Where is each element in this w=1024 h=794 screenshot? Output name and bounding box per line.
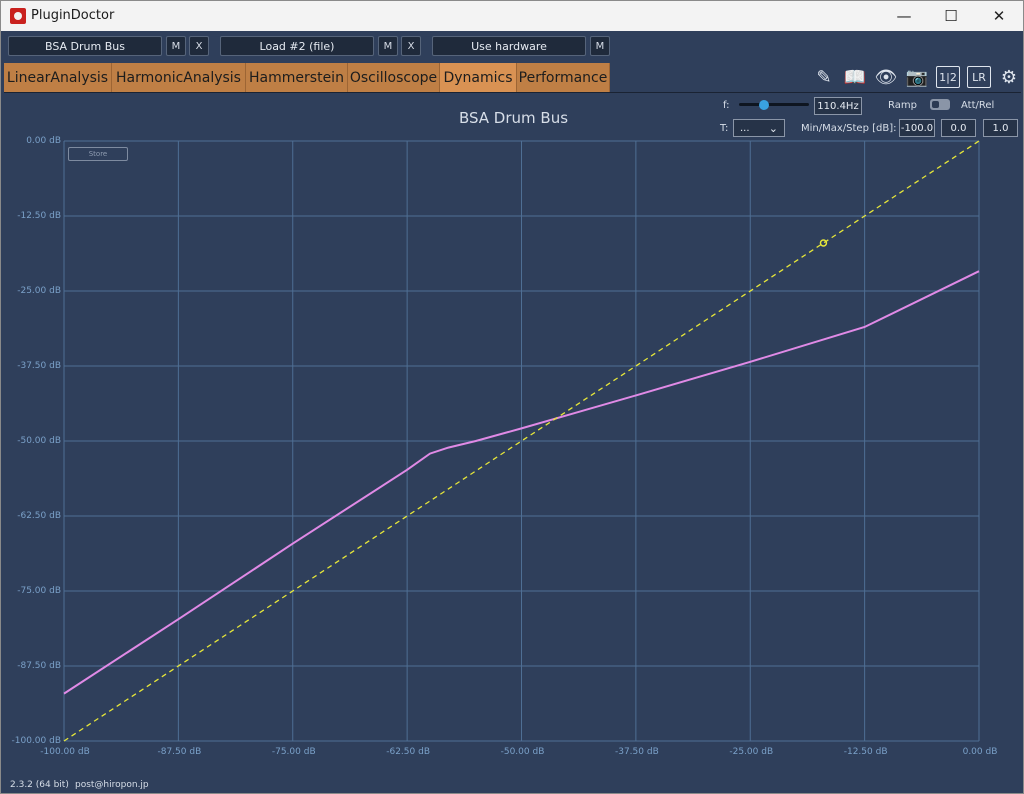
minimize-button[interactable]: — <box>881 1 927 31</box>
tab-performance[interactable]: Performance <box>517 63 610 93</box>
divider <box>4 92 1021 93</box>
gear-icon[interactable]: ⚙ <box>997 66 1021 88</box>
y-tick-label: -37.50 dB <box>17 361 61 371</box>
book-icon[interactable]: 📖 <box>843 66 867 88</box>
y-tick-label: -75.00 dB <box>17 586 61 596</box>
min-max-step-label: Min/Max/Step [dB]: <box>801 123 897 134</box>
y-tick-label: -62.50 dB <box>17 511 61 521</box>
t-dropdown[interactable]: ... ⌄ <box>733 119 785 137</box>
y-tick-label: -50.00 dB <box>17 436 61 446</box>
frequency-value[interactable]: 110.4Hz <box>814 97 862 115</box>
load-select-button[interactable]: Load #2 (file) <box>220 36 374 56</box>
t-dropdown-value: ... <box>740 122 750 134</box>
step-db-field[interactable]: 1.0 <box>983 119 1018 137</box>
chevron-down-icon: ⌄ <box>768 121 778 135</box>
plugin-select-button[interactable]: BSA Drum Bus <box>8 36 162 56</box>
camera-icon[interactable]: 📷 <box>905 66 929 88</box>
chart-title: BSA Drum Bus <box>458 109 569 127</box>
tab-linearanalysis[interactable]: LinearAnalysis <box>4 63 112 93</box>
email-text: post@hiropon.jp <box>75 780 149 790</box>
use-hardware-button[interactable]: Use hardware <box>432 36 586 56</box>
min-db-field[interactable]: -100.0 <box>899 119 935 137</box>
x-tick-label: -25.00 dB <box>729 747 774 757</box>
ramp-label: Ramp <box>888 100 917 111</box>
y-tick-label: -12.50 dB <box>17 211 61 221</box>
notes-icon[interactable]: ✎ <box>812 66 836 88</box>
ramp-toggle[interactable] <box>930 99 950 110</box>
window-title: PluginDoctor <box>31 8 115 23</box>
y-tick-label: -100.00 dB <box>11 736 62 746</box>
y-tick-label: 0.00 dB <box>26 136 61 146</box>
x-tick-label: -37.50 dB <box>614 747 659 757</box>
att-rel-label: Att/Rel <box>961 100 995 111</box>
lr-icon[interactable]: LR <box>967 66 991 88</box>
x-tick-label: -12.50 dB <box>843 747 888 757</box>
tab-oscilloscope[interactable]: Oscilloscope <box>348 63 440 93</box>
close-button[interactable]: ✕ <box>976 1 1022 31</box>
tab-harmonicanalysis[interactable]: HarmonicAnalysis <box>112 63 246 93</box>
x-tick-label: -50.00 dB <box>500 747 545 757</box>
y-tick-label: -25.00 dB <box>17 286 61 296</box>
load-x-button[interactable]: X <box>401 36 421 56</box>
x-tick-label: -75.00 dB <box>271 747 316 757</box>
x-tick-label: 0.00 dB <box>962 747 998 757</box>
title-bar: PluginDoctor — ☐ ✕ <box>1 1 1023 31</box>
frequency-label: f: <box>723 100 730 111</box>
max-db-field[interactable]: 0.0 <box>941 119 976 137</box>
split-12-icon[interactable]: 1|2 <box>936 66 960 88</box>
t-label: T: <box>720 123 729 134</box>
plugin-m-button[interactable]: M <box>166 36 186 56</box>
x-tick-label: -87.50 dB <box>157 747 202 757</box>
x-tick-label: -62.50 dB <box>386 747 430 757</box>
store-button[interactable]: Store <box>68 147 128 161</box>
tab-hammerstein[interactable]: Hammerstein <box>246 63 348 93</box>
maximize-button[interactable]: ☐ <box>928 1 974 31</box>
y-tick-label: -87.50 dB <box>17 661 61 671</box>
load-m-button[interactable]: M <box>378 36 398 56</box>
frequency-slider-track[interactable] <box>739 103 809 106</box>
app-icon <box>10 8 26 24</box>
eye-icon[interactable]: 👁 <box>874 66 898 88</box>
app-window: PluginDoctor — ☐ ✕ BSA Drum Bus M X Load… <box>0 0 1024 794</box>
frequency-slider-thumb[interactable] <box>759 100 769 110</box>
version-text: 2.3.2 (64 bit) <box>10 780 69 790</box>
plugin-x-button[interactable]: X <box>189 36 209 56</box>
x-tick-label: -100.00 dB <box>40 747 90 757</box>
tab-dynamics[interactable]: Dynamics <box>440 63 517 93</box>
hardware-m-button[interactable]: M <box>590 36 610 56</box>
